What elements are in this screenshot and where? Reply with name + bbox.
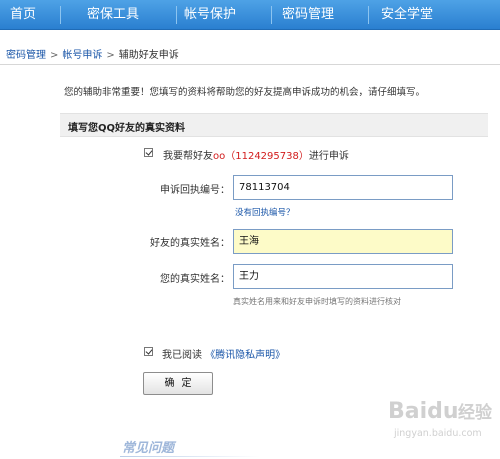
nav-item-home[interactable]: 首页 — [10, 0, 36, 30]
privacy-statement-link[interactable]: 《腾讯隐私声明》 — [205, 350, 285, 361]
name-hint: 真实姓名用来和好友申诉时填写的资料进行核对 — [233, 297, 401, 306]
help-friend-text: 我要帮好友oo（1124295738）进行申诉 — [163, 147, 349, 162]
breadcrumb-account-appeal[interactable]: 帐号申诉 — [62, 50, 102, 61]
help-friend-checkbox[interactable] — [144, 148, 153, 157]
watermark-brand: Baidu — [388, 399, 459, 424]
my-name-input[interactable]: 王力 — [233, 264, 453, 289]
nav-item-security-school[interactable]: 安全学堂 — [381, 0, 433, 30]
agree-text: 我已阅读 《腾讯隐私声明》 — [162, 346, 285, 361]
nav-item-password-manage[interactable]: 密码管理 — [282, 0, 334, 30]
agree-checkbox[interactable] — [144, 347, 153, 356]
top-nav: 首页 密保工具 帐号保护 密码管理 安全学堂 — [0, 0, 500, 30]
faq-title: 常见问题 — [122, 441, 175, 456]
no-receipt-link[interactable]: 没有回执编号？ — [235, 206, 295, 218]
friend-qq: oo（1124295738） — [213, 151, 309, 162]
breadcrumb-password-manage[interactable]: 密码管理 — [6, 50, 46, 61]
receipt-number-input[interactable]: 78113704 — [233, 175, 453, 200]
help-friend-suffix: 进行申诉 — [308, 151, 349, 162]
nav-separator — [271, 6, 272, 24]
nav-separator — [176, 6, 177, 24]
nav-item-account-protect[interactable]: 帐号保护 — [184, 0, 236, 30]
watermark-cn: 经验 — [458, 402, 493, 423]
help-friend-prefix: 我要帮好友 — [163, 151, 213, 162]
breadcrumb-divider — [0, 64, 500, 65]
section-header: 填写您QQ好友的真实资料 — [60, 113, 488, 137]
friend-name-label: 好友的真实姓名： — [150, 238, 230, 249]
breadcrumb-separator: > — [106, 50, 115, 61]
receipt-label: 申诉回执编号： — [160, 185, 230, 196]
breadcrumb-current: 辅助好友申诉 — [118, 50, 179, 61]
confirm-button[interactable]: 确定 — [143, 372, 213, 395]
notice-text: 您的辅助非常重要！您填写的资料将帮助您的好友提高申诉成功的机会，请仔细填写。 — [64, 87, 426, 98]
nav-separator — [60, 6, 61, 24]
breadcrumb: 密码管理 > 帐号申诉 > 辅助好友申诉 — [6, 46, 179, 61]
nav-separator — [368, 6, 369, 24]
faq-underline — [120, 456, 260, 457]
breadcrumb-separator: > — [50, 50, 59, 61]
nav-item-security-tools[interactable]: 密保工具 — [87, 0, 139, 30]
baidu-jingyan-watermark: Baidu 经验 jingyan.baidu.com — [388, 399, 493, 439]
friend-name-input[interactable]: 王海 — [233, 229, 453, 254]
watermark-sub: jingyan.baidu.com — [393, 428, 482, 439]
section-title: 填写您QQ好友的真实资料 — [68, 123, 186, 134]
agree-prefix: 我已阅读 — [162, 350, 202, 361]
my-name-label: 您的真实姓名： — [160, 274, 230, 285]
